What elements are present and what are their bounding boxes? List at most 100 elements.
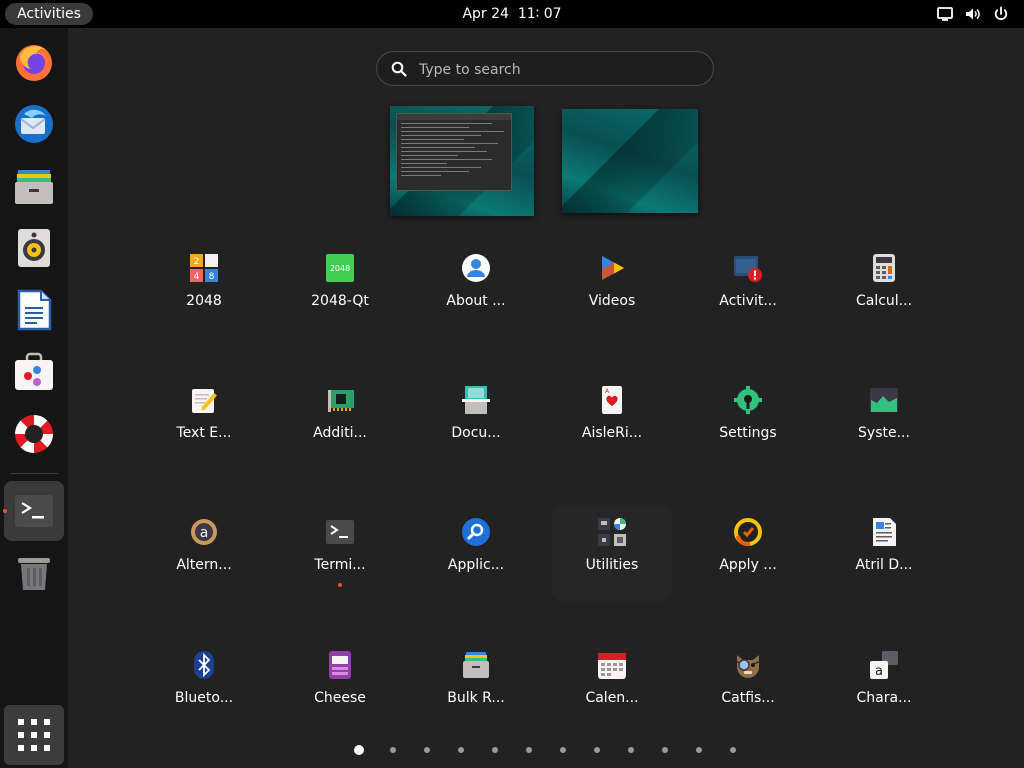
- page-dot-2[interactable]: [390, 747, 396, 753]
- screen-icon: [937, 7, 953, 21]
- page-dot-12[interactable]: [730, 747, 736, 753]
- workspace-thumbnail[interactable]: [390, 106, 534, 216]
- power-icon: [994, 6, 1008, 21]
- page-dot-3[interactable]: [424, 747, 430, 753]
- window-preview[interactable]: [396, 113, 512, 191]
- app-label: AisleRi...: [581, 425, 643, 441]
- app-text-editor[interactable]: Text E...: [144, 373, 264, 469]
- activities-button[interactable]: Activities: [5, 3, 93, 25]
- dock-terminal[interactable]: [4, 481, 64, 541]
- app-label: Termi...: [314, 557, 366, 573]
- dock-trash[interactable]: [6, 544, 62, 600]
- show-apps-button[interactable]: [4, 705, 64, 765]
- dock-thunderbird[interactable]: [6, 96, 62, 152]
- videos-icon: [602, 256, 624, 280]
- app-calendar[interactable]: Calen...: [552, 638, 672, 734]
- search-box[interactable]: [376, 51, 714, 86]
- app-2048[interactable]: 2 4 8 2048: [144, 241, 264, 337]
- app-application-finder[interactable]: Applic...: [416, 505, 536, 601]
- grid-icon: [18, 719, 50, 751]
- writer-icon: [17, 289, 52, 331]
- app-label: Activit...: [719, 293, 777, 309]
- app-label: Bulk R...: [447, 690, 505, 706]
- page-dot-5[interactable]: [492, 747, 498, 753]
- app-label: Settings: [719, 425, 777, 441]
- rhythmbox-icon: [18, 229, 50, 267]
- dock-rhythmbox[interactable]: [6, 220, 62, 276]
- clock-button[interactable]: Apr 24 11∶ 07: [462, 6, 561, 22]
- page-dot-9[interactable]: [628, 747, 634, 753]
- app-bluetooth[interactable]: Blueto...: [144, 638, 264, 734]
- app-apply[interactable]: Apply ...: [688, 505, 808, 601]
- top-bar: Activities Apr 24 11∶ 07: [0, 0, 1024, 28]
- terminal-icon: [15, 495, 53, 527]
- app-folder-utilities[interactable]: Utilities: [552, 505, 672, 601]
- running-indicator: [3, 509, 7, 513]
- calculator-icon: [873, 254, 895, 282]
- app-label: Apply ...: [719, 557, 777, 573]
- svg-text:a: a: [200, 525, 209, 541]
- page-dot-8[interactable]: [594, 747, 600, 753]
- app-label: Videos: [588, 293, 636, 309]
- search-icon: [391, 61, 407, 77]
- page-dot-4[interactable]: [458, 747, 464, 753]
- clock: Apr 24 11∶ 07: [0, 0, 1024, 28]
- app-bulk-rename[interactable]: Bulk R...: [416, 638, 536, 734]
- document-scanner-icon: [462, 386, 490, 414]
- dock-firefox[interactable]: [6, 34, 62, 90]
- app-label: Text E...: [176, 425, 232, 441]
- dock-writer[interactable]: [6, 282, 62, 338]
- utilities-folder-icon: [598, 518, 626, 546]
- app-characters[interactable]: a Chara...: [824, 638, 944, 734]
- running-indicator: [338, 583, 342, 587]
- dock-help[interactable]: [6, 406, 62, 462]
- app-alternatives[interactable]: a Altern...: [144, 505, 264, 601]
- app-activity-log[interactable]: Activit...: [688, 241, 808, 337]
- app-label: Docu...: [451, 425, 501, 441]
- app-document-scanner[interactable]: Docu...: [416, 373, 536, 469]
- thunderbird-icon: [15, 105, 53, 143]
- apply-icon: [734, 518, 762, 546]
- dock-files[interactable]: [6, 158, 62, 214]
- app-label: Additi...: [313, 425, 367, 441]
- system-menu[interactable]: [936, 5, 1010, 23]
- app-label: Calen...: [585, 690, 639, 706]
- app-settings[interactable]: Settings: [688, 373, 808, 469]
- app-terminal[interactable]: Termi...: [280, 505, 400, 601]
- files-icon: [15, 170, 53, 204]
- app-atril[interactable]: Atril D...: [824, 505, 944, 601]
- app-system-monitor[interactable]: Syste...: [824, 373, 944, 469]
- dock-software[interactable]: [6, 344, 62, 400]
- app-calculator[interactable]: Calcul...: [824, 241, 944, 337]
- svg-text:4: 4: [194, 272, 200, 282]
- search-input[interactable]: [417, 58, 701, 82]
- catfish-icon: [734, 655, 762, 678]
- app-aisleriot[interactable]: A AisleRi...: [552, 373, 672, 469]
- app-videos[interactable]: Videos: [552, 241, 672, 337]
- app-label: Blueto...: [174, 690, 234, 706]
- app-additional-drivers[interactable]: Additi...: [280, 373, 400, 469]
- page-dot-11[interactable]: [696, 747, 702, 753]
- svg-text:2: 2: [194, 257, 200, 267]
- about-icon: [462, 254, 490, 282]
- app-2048-qt[interactable]: 2048 2048-Qt: [280, 241, 400, 337]
- bluetooth-icon: [194, 651, 214, 679]
- app-label: About ...: [446, 293, 506, 309]
- app-label: Altern...: [176, 557, 232, 573]
- app-about[interactable]: About ...: [416, 241, 536, 337]
- page-dot-6[interactable]: [526, 747, 532, 753]
- text-editor-icon: [192, 389, 217, 413]
- dock: [0, 28, 68, 768]
- app-label: Chara...: [856, 690, 912, 706]
- page-dot-1[interactable]: [354, 745, 364, 755]
- page-dot-10[interactable]: [662, 747, 668, 753]
- app-label: Catfis...: [721, 690, 775, 706]
- cheese-icon: [329, 651, 351, 679]
- page-dot-7[interactable]: [560, 747, 566, 753]
- workspace-thumbnail[interactable]: [562, 109, 698, 213]
- app-catfish[interactable]: Catfis...: [688, 638, 808, 734]
- 2048-qt-icon: 2048: [326, 254, 354, 282]
- app-label: Applic...: [447, 557, 505, 573]
- app-label: Syste...: [858, 425, 910, 441]
- app-cheese[interactable]: Cheese: [280, 638, 400, 734]
